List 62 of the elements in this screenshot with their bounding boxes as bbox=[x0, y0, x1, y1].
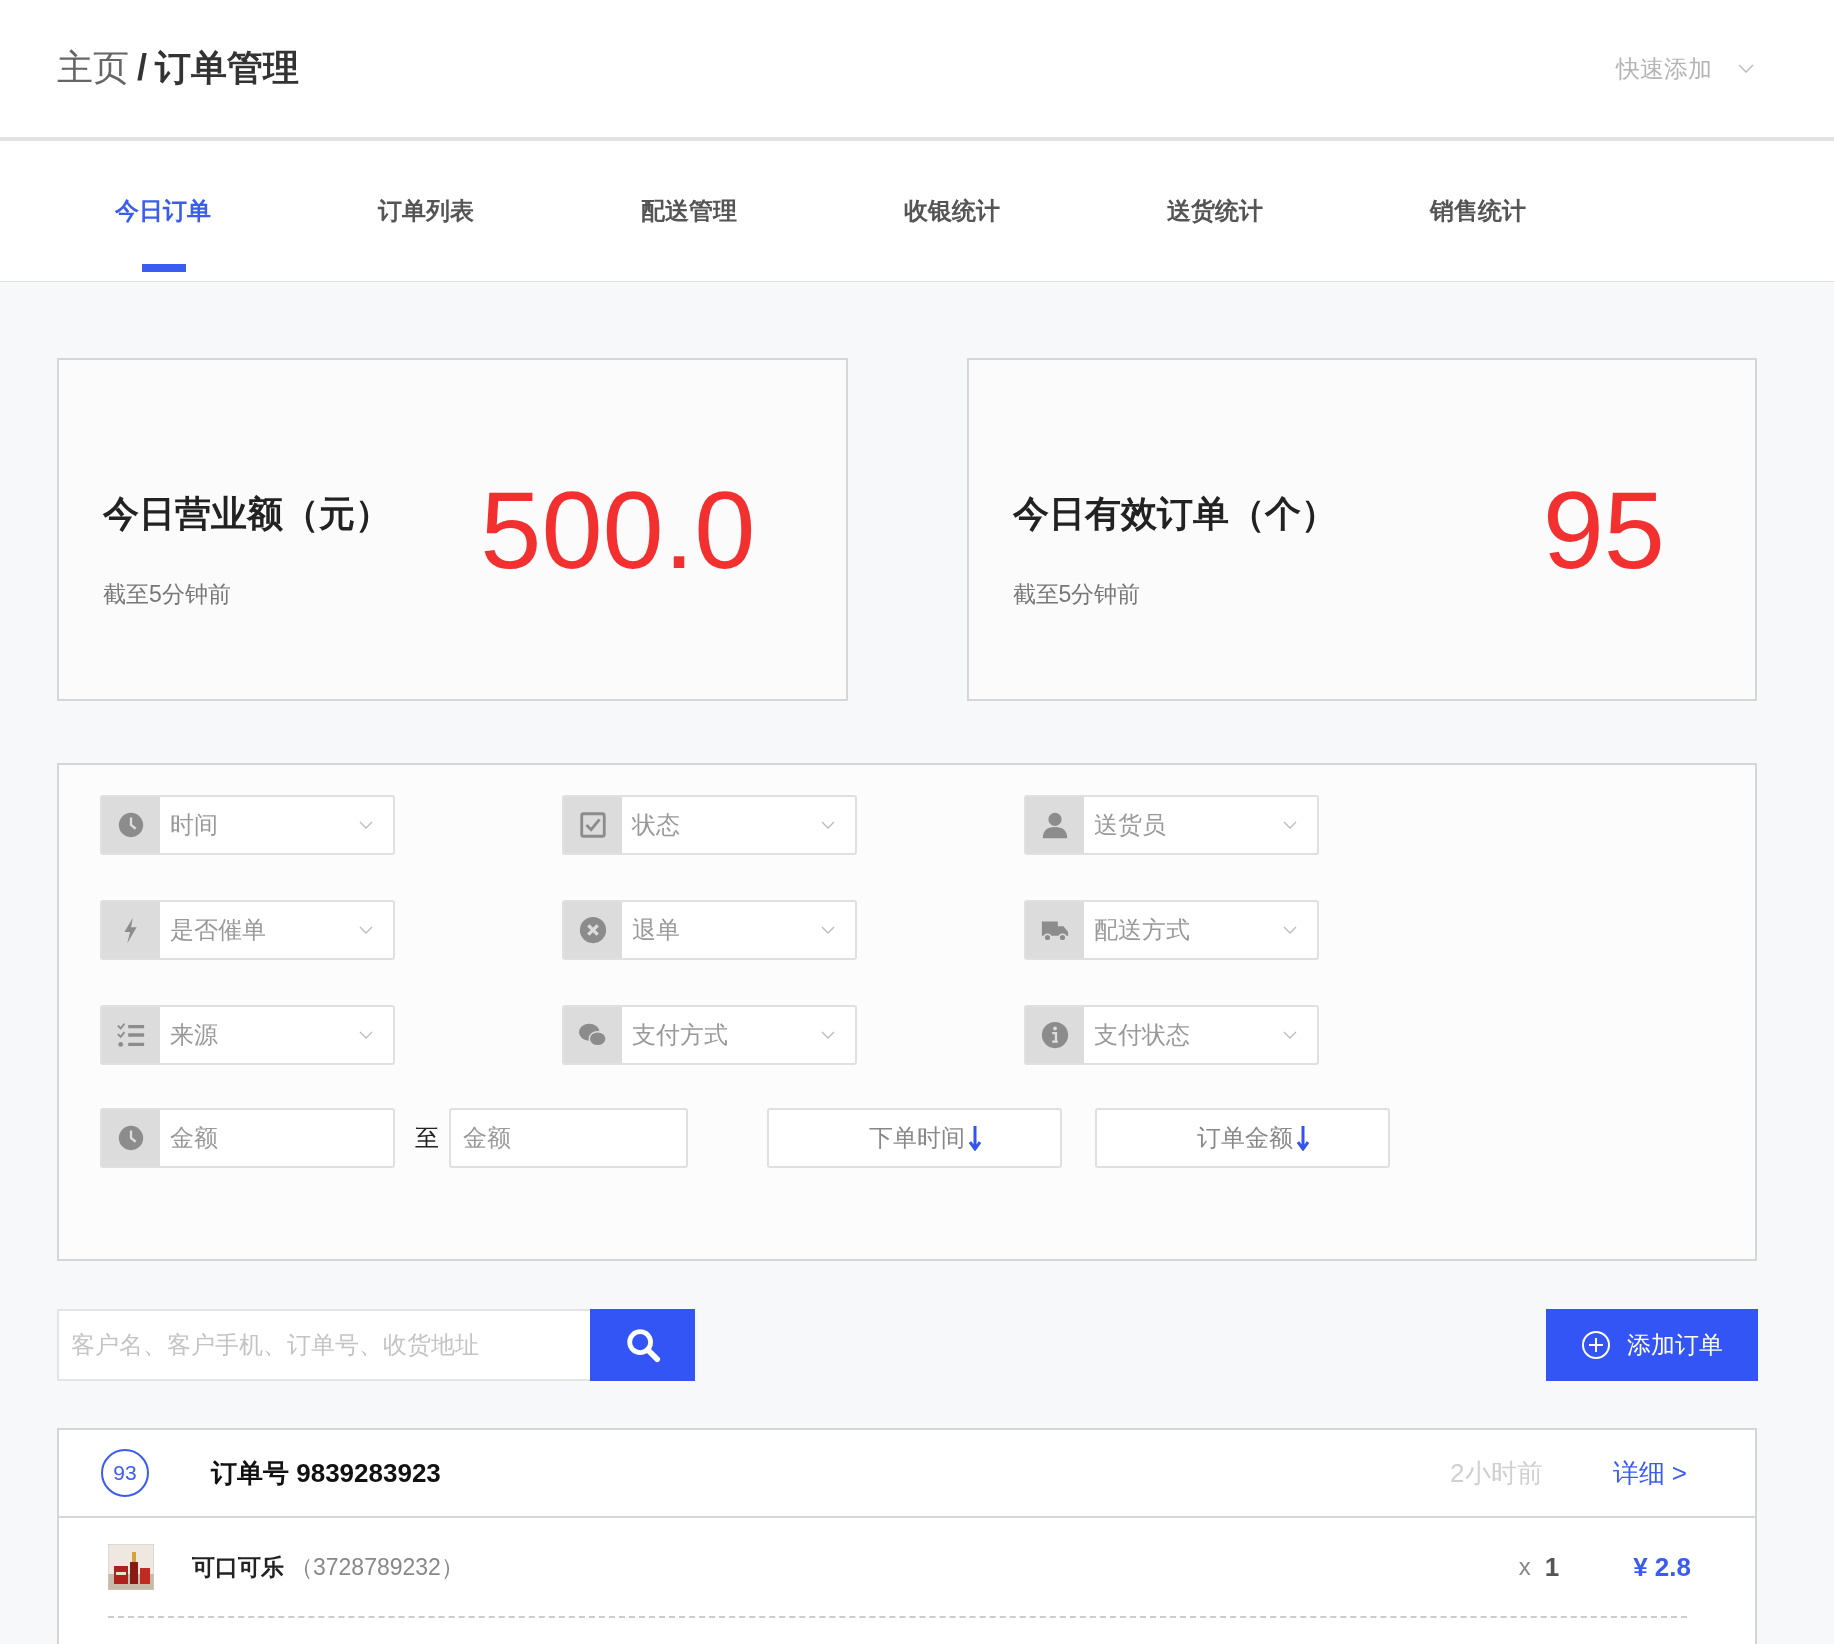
stat-note: 截至5分钟前 bbox=[103, 579, 232, 609]
search-button[interactable] bbox=[590, 1309, 695, 1381]
chevron-down-icon bbox=[1738, 63, 1754, 74]
tab[interactable]: 订单列表 bbox=[378, 141, 641, 281]
stat-title: 今日有效订单（个） bbox=[1012, 491, 1337, 536]
stat-value: 500.0 bbox=[480, 467, 756, 593]
filter-select[interactable]: 配送方式 bbox=[1024, 900, 1319, 960]
filter-select[interactable]: 退单 bbox=[562, 900, 857, 960]
filter-select[interactable]: 来源 bbox=[100, 1005, 395, 1065]
amount-filter[interactable]: 金额 bbox=[100, 1108, 395, 1168]
chevron-down-icon bbox=[1283, 1031, 1297, 1039]
checkbox-icon bbox=[578, 810, 608, 840]
detail-link[interactable]: 详细 > bbox=[1612, 1455, 1687, 1491]
quantity-mark: x bbox=[1518, 1553, 1531, 1581]
filter-select[interactable]: 支付状态 bbox=[1024, 1005, 1319, 1065]
chevron-down-icon bbox=[359, 926, 373, 934]
chevron-down-icon bbox=[821, 1031, 835, 1039]
amount-field[interactable]: 金额 bbox=[160, 1123, 372, 1153]
tab[interactable]: 送货统计 bbox=[1167, 141, 1430, 281]
page-title: 订单管理 bbox=[155, 46, 299, 90]
order-number: 订单号 9839283923 bbox=[211, 1456, 441, 1490]
range-separator: 至 bbox=[415, 1123, 439, 1153]
clock-icon bbox=[116, 1123, 146, 1153]
product-code: （3728789232） bbox=[290, 1552, 464, 1582]
tab[interactable]: 收银统计 bbox=[904, 141, 1167, 281]
product-name: 可口可乐 bbox=[192, 1552, 284, 1582]
arrow-down-icon bbox=[1296, 1125, 1309, 1151]
tab[interactable]: 配送管理 bbox=[641, 141, 904, 281]
info-icon bbox=[1040, 1020, 1070, 1050]
order-count-badge: 93 bbox=[101, 1449, 149, 1497]
checklist-icon bbox=[116, 1020, 146, 1050]
chevron-down-icon bbox=[359, 821, 373, 829]
amount-field[interactable]: 金额 bbox=[449, 1108, 688, 1168]
chevron-down-icon bbox=[1283, 821, 1297, 829]
quick-add-dropdown[interactable]: 快速添加 bbox=[1616, 52, 1754, 85]
stat-note: 截至5分钟前 bbox=[1012, 579, 1142, 609]
clock-icon bbox=[116, 810, 146, 840]
tab[interactable]: 销售统计 bbox=[1430, 141, 1693, 281]
chevron-down-icon bbox=[821, 821, 835, 829]
chevron-down-icon bbox=[1283, 926, 1297, 934]
filter-select[interactable]: 状态 bbox=[562, 795, 857, 855]
person-icon bbox=[1040, 810, 1070, 840]
search-field[interactable]: 客户名、客户手机、订单号、收货地址 bbox=[57, 1309, 590, 1381]
filter-select[interactable]: 时间 bbox=[100, 795, 395, 855]
breadcrumb-separator: / bbox=[137, 47, 147, 89]
filter-select[interactable]: 支付方式 bbox=[562, 1005, 857, 1065]
filter-select[interactable]: 送货员 bbox=[1024, 795, 1319, 855]
filter-select[interactable]: 是否催单 bbox=[100, 900, 395, 960]
price: ¥ 2.8 bbox=[1633, 1551, 1691, 1583]
sort-button[interactable]: 订单金额 bbox=[1095, 1108, 1390, 1168]
chevron-down-icon bbox=[359, 1031, 373, 1039]
cancel-icon bbox=[578, 915, 608, 945]
chevron-down-icon bbox=[821, 926, 835, 934]
sort-button[interactable]: 下单时间 bbox=[767, 1108, 1062, 1168]
add-order-button[interactable]: 添加订单 bbox=[1546, 1309, 1758, 1381]
quantity: 1 bbox=[1544, 1551, 1560, 1583]
stat-title: 今日营业额（元） bbox=[103, 491, 391, 536]
breadcrumb-link[interactable]: 主页 bbox=[57, 44, 129, 93]
tab[interactable]: 今日订单 bbox=[115, 141, 378, 281]
stat-value: 95 bbox=[1542, 467, 1665, 593]
arrow-down-icon bbox=[968, 1125, 981, 1151]
plus-circle-icon bbox=[1581, 1330, 1611, 1360]
